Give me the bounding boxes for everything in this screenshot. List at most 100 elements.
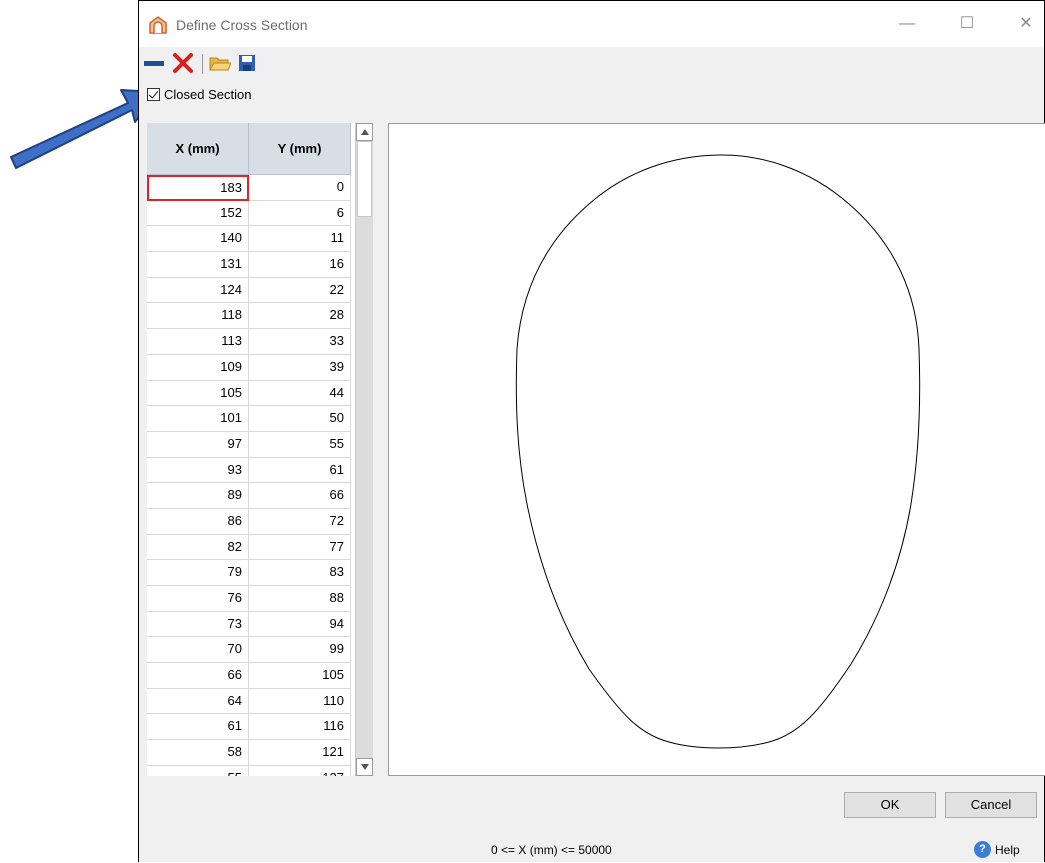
cell-y[interactable]: 16 [249, 252, 351, 278]
cell-x[interactable]: 73 [147, 611, 249, 638]
cell-x[interactable]: 124 [147, 277, 249, 304]
define-cross-section-window: Define Cross Section — ☐ ✕ Closed Sectio… [138, 0, 1045, 862]
cell-y[interactable]: 44 [249, 380, 351, 407]
cell-x[interactable]: 64 [147, 688, 249, 715]
cell-y[interactable]: 94 [249, 611, 351, 638]
scroll-down-arrow-icon[interactable] [356, 758, 373, 776]
cell-y[interactable]: 28 [249, 303, 351, 330]
help-button[interactable]: ? Help [974, 841, 1034, 859]
table-row: 61 116 [147, 714, 351, 741]
cell-y[interactable]: 99 [249, 637, 351, 664]
cell-x[interactable]: 61 [147, 714, 249, 741]
help-label: Help [995, 843, 1020, 857]
table-row: 183 0 [147, 175, 351, 201]
table-row: 105 44 [147, 380, 351, 407]
cell-x[interactable]: 76 [147, 586, 249, 612]
table-row: 140 11 [147, 226, 351, 253]
cell-y[interactable]: 77 [249, 534, 351, 561]
cell-x[interactable]: 70 [147, 637, 249, 664]
cell-x[interactable]: 66 [147, 663, 249, 689]
toolbar [139, 48, 1044, 78]
column-header-y[interactable]: Y (mm) [249, 123, 351, 175]
cell-x[interactable]: 152 [147, 200, 249, 227]
cell-x[interactable]: 183 [147, 175, 249, 201]
save-icon[interactable] [236, 52, 258, 74]
table-row: 86 72 [147, 508, 351, 535]
cell-y[interactable]: 39 [249, 354, 351, 381]
table-row: 118 28 [147, 303, 351, 330]
maximize-button[interactable]: ☐ [952, 11, 982, 37]
add-row-icon[interactable] [143, 52, 165, 74]
cell-x[interactable]: 55 [147, 765, 249, 776]
delete-icon[interactable] [172, 52, 194, 74]
column-header-x[interactable]: X (mm) [147, 123, 249, 175]
table-row: 152 6 [147, 200, 351, 227]
table-row: 82 77 [147, 534, 351, 561]
cell-y[interactable]: 66 [249, 483, 351, 509]
cell-y[interactable]: 0 [249, 175, 351, 201]
cell-y[interactable]: 50 [249, 406, 351, 432]
cell-x[interactable]: 109 [147, 354, 249, 381]
open-folder-icon[interactable] [209, 52, 231, 74]
cell-y[interactable]: 55 [249, 431, 351, 458]
cell-x[interactable]: 105 [147, 380, 249, 407]
table-row: 66 105 [147, 663, 351, 689]
title-bar: Define Cross Section — ☐ ✕ [139, 1, 1044, 47]
cell-x[interactable]: 113 [147, 329, 249, 355]
minimize-button[interactable]: — [892, 11, 922, 37]
table-row: 64 110 [147, 688, 351, 715]
table-row: 89 66 [147, 483, 351, 509]
coordinates-table: X (mm) Y (mm) 183 0 152 6 140 11 131 16 124 22 118… [147, 123, 355, 776]
app-icon [149, 16, 167, 34]
table-row: 73 94 [147, 611, 351, 638]
cell-y[interactable]: 105 [249, 663, 351, 689]
scrollbar-thumb[interactable] [357, 141, 372, 217]
cell-y[interactable]: 127 [249, 765, 351, 776]
ok-button[interactable]: OK [844, 792, 936, 818]
table-header: X (mm) Y (mm) [147, 123, 351, 175]
table-row: 124 22 [147, 277, 351, 304]
status-bar: 0 <= X (mm) <= 50000 ? Help [139, 832, 1044, 862]
help-icon: ? [974, 841, 991, 858]
table-row: 76 88 [147, 586, 351, 612]
cell-y[interactable]: 61 [249, 457, 351, 484]
cross-section-shape [515, 154, 921, 749]
window-title: Define Cross Section [176, 17, 308, 33]
cell-y[interactable]: 11 [249, 226, 351, 253]
cell-x[interactable]: 58 [147, 740, 249, 766]
cell-x[interactable]: 101 [147, 406, 249, 432]
close-button[interactable]: ✕ [1011, 11, 1041, 37]
cell-x[interactable]: 86 [147, 508, 249, 535]
cell-x[interactable]: 82 [147, 534, 249, 561]
cell-y[interactable]: 72 [249, 508, 351, 535]
cell-x[interactable]: 131 [147, 252, 249, 278]
cell-y[interactable]: 33 [249, 329, 351, 355]
closed-section-checkbox[interactable] [147, 88, 160, 101]
table-row: 113 33 [147, 329, 351, 355]
cell-x[interactable]: 93 [147, 457, 249, 484]
table-scrollbar[interactable] [355, 123, 373, 776]
cell-x[interactable]: 140 [147, 226, 249, 253]
closed-section-label: Closed Section [164, 87, 252, 102]
cancel-button[interactable]: Cancel [945, 792, 1037, 818]
cell-y[interactable]: 121 [249, 740, 351, 766]
table-row: 131 16 [147, 252, 351, 278]
scroll-up-arrow-icon[interactable] [356, 123, 373, 141]
cell-y[interactable]: 110 [249, 688, 351, 715]
cell-x[interactable]: 89 [147, 483, 249, 509]
table-row: 58 121 [147, 740, 351, 766]
toolbar-separator [202, 54, 203, 74]
cross-section-preview [388, 123, 1045, 776]
cell-x[interactable]: 118 [147, 303, 249, 330]
cell-x[interactable]: 79 [147, 560, 249, 586]
cell-x[interactable]: 97 [147, 431, 249, 458]
cell-y[interactable]: 116 [249, 714, 351, 741]
table-row: 79 83 [147, 560, 351, 586]
cell-y[interactable]: 88 [249, 586, 351, 612]
table-row: 70 99 [147, 637, 351, 664]
cell-y[interactable]: 22 [249, 277, 351, 304]
table-row: 101 50 [147, 406, 351, 432]
table-row: 109 39 [147, 354, 351, 381]
cell-y[interactable]: 6 [249, 200, 351, 227]
cell-y[interactable]: 83 [249, 560, 351, 586]
